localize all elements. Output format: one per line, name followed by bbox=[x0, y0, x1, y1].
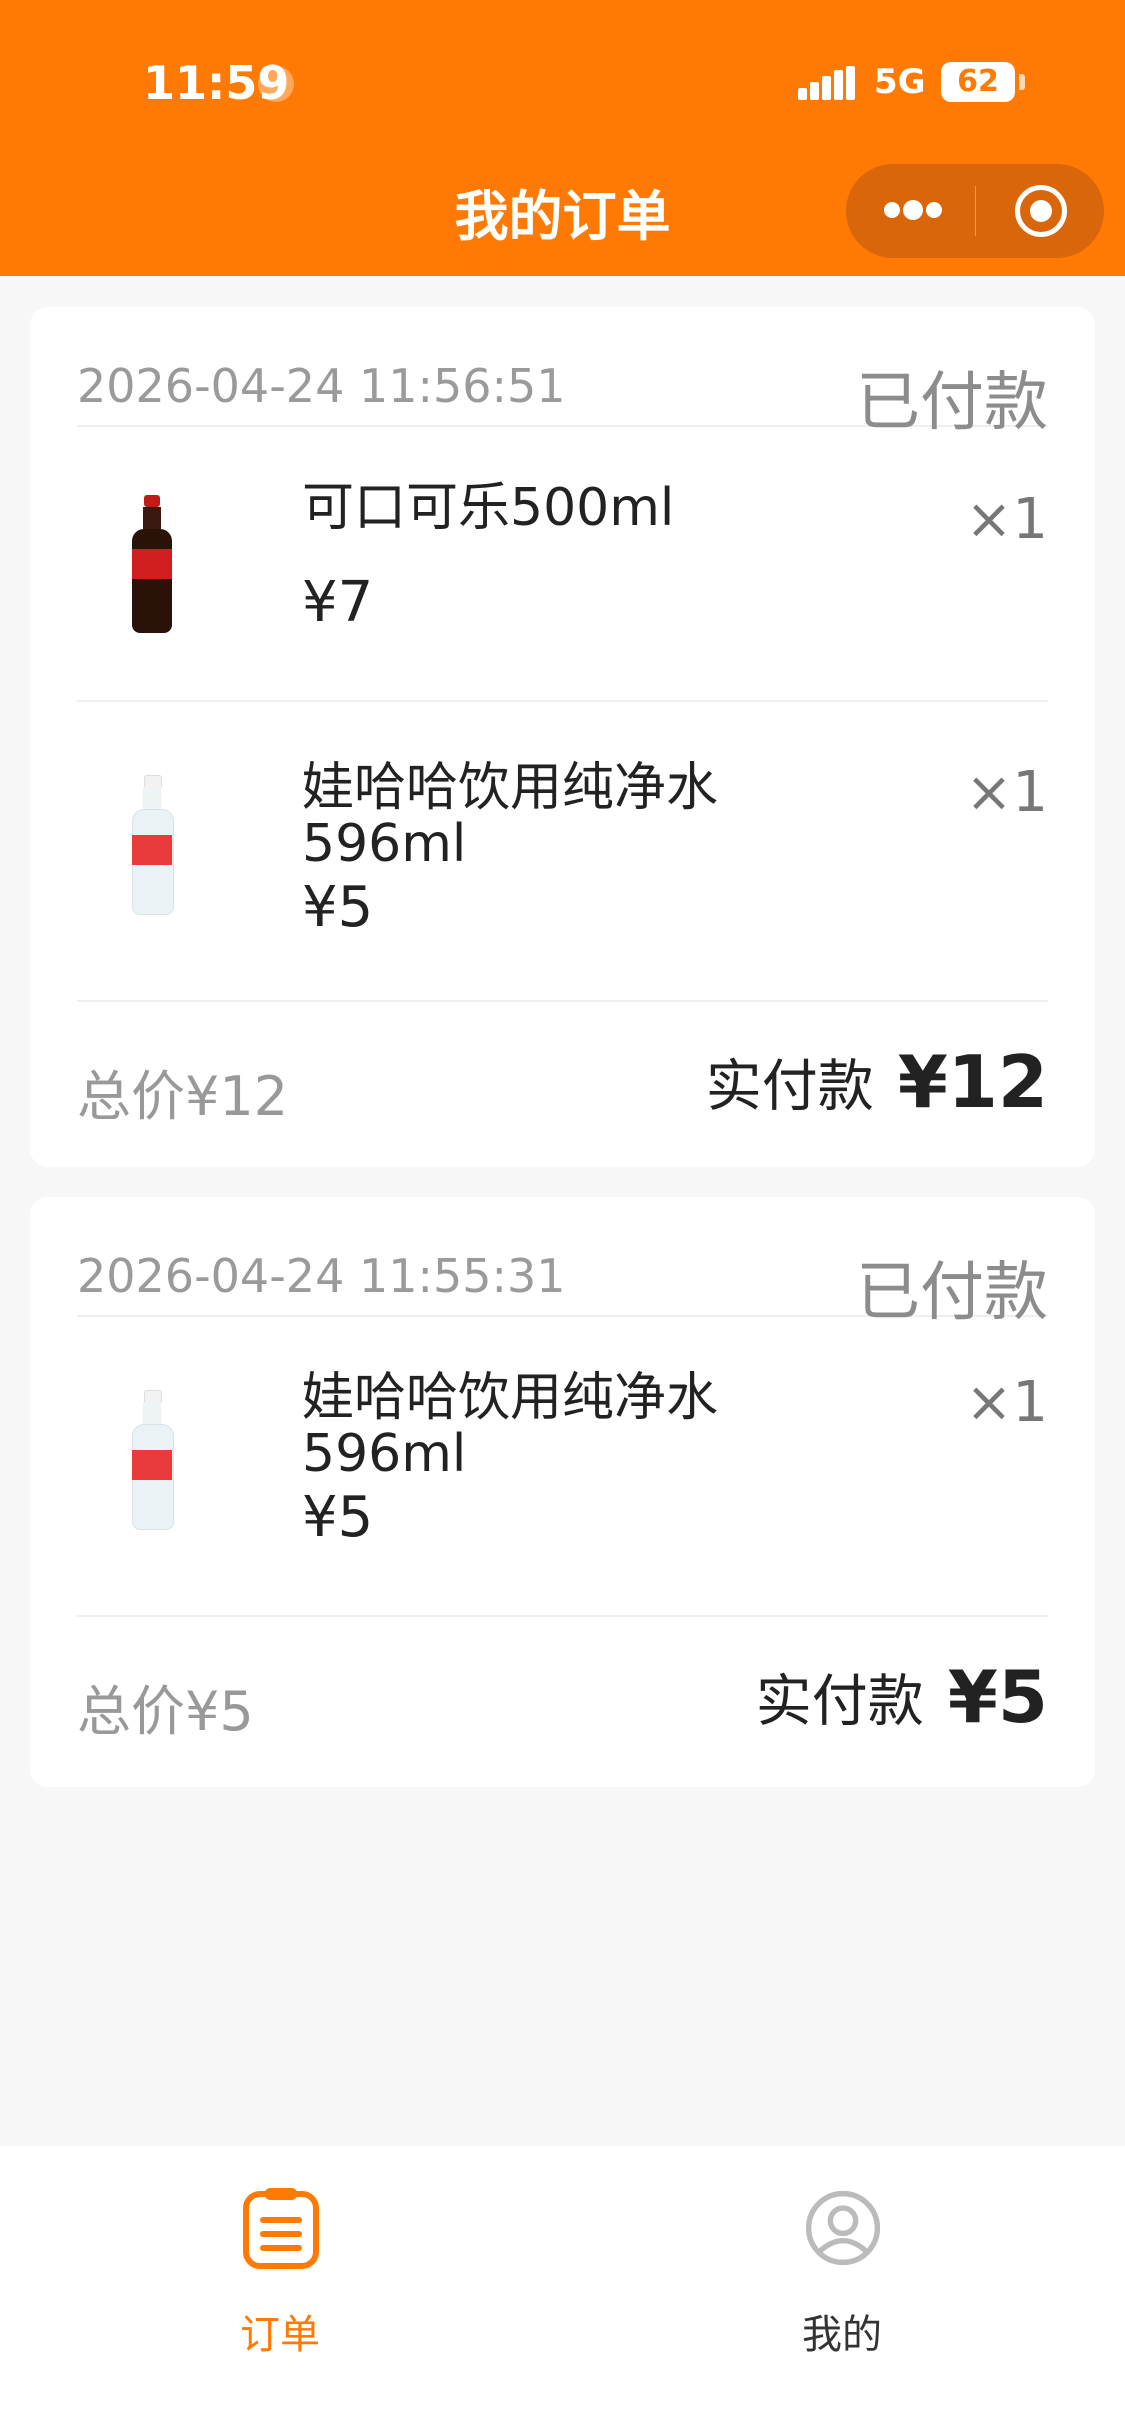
order-total: 总价¥5 bbox=[77, 1680, 254, 1743]
order-total: 总价¥12 bbox=[77, 1065, 289, 1128]
close-target-icon[interactable] bbox=[1015, 185, 1067, 237]
order-card[interactable]: 2026-04-24 11:56:51 已付款 可口可乐500ml ¥7 ×1 … bbox=[30, 307, 1095, 1167]
order-time: 2026-04-24 11:55:31 bbox=[77, 1249, 566, 1303]
paid-amount: ¥5 bbox=[947, 1655, 1048, 1739]
battery-icon: 62 bbox=[941, 62, 1015, 102]
item-name: 可口可乐500ml bbox=[302, 478, 675, 538]
order-footer: 总价¥12 实付款 ¥12 bbox=[77, 1000, 1048, 1170]
order-time: 2026-04-24 11:56:51 bbox=[77, 359, 566, 413]
tab-label: 我的 bbox=[802, 2312, 882, 2358]
paid-summary: 实付款 ¥12 bbox=[706, 1040, 1048, 1124]
tab-orders[interactable]: 订单 bbox=[155, 2176, 405, 2376]
item-price: ¥7 bbox=[302, 570, 374, 635]
item-name: 娃哈哈饮用纯净水596ml bbox=[302, 758, 719, 874]
battery-tip bbox=[1019, 74, 1025, 90]
order-footer: 总价¥5 实付款 ¥5 bbox=[77, 1615, 1048, 1785]
water-bottle-icon bbox=[127, 775, 177, 915]
order-item[interactable]: 娃哈哈饮用纯净水596ml ¥5 ×1 bbox=[77, 1315, 1048, 1617]
tab-bar: 订单 我的 bbox=[0, 2146, 1125, 2436]
order-item[interactable]: 可口可乐500ml ¥7 ×1 bbox=[77, 425, 1048, 702]
battery-level: 62 bbox=[957, 64, 999, 99]
item-quantity: ×1 bbox=[965, 1370, 1048, 1435]
app-header: 11:59 5G 62 我的订单 bbox=[0, 0, 1125, 276]
item-quantity: ×1 bbox=[965, 487, 1048, 552]
order-card[interactable]: 2026-04-24 11:55:31 已付款 娃哈哈饮用纯净水596ml ¥5… bbox=[30, 1197, 1095, 1787]
order-item[interactable]: 娃哈哈饮用纯净水596ml ¥5 ×1 bbox=[77, 700, 1048, 1002]
cola-bottle-icon bbox=[127, 495, 177, 635]
capsule-divider bbox=[975, 186, 976, 236]
profile-icon bbox=[805, 2190, 881, 2266]
order-header: 2026-04-24 11:56:51 已付款 bbox=[77, 307, 1048, 440]
item-quantity: ×1 bbox=[965, 760, 1048, 825]
tab-label: 订单 bbox=[240, 2312, 320, 2358]
paid-amount: ¥12 bbox=[897, 1040, 1048, 1124]
order-list-icon bbox=[243, 2188, 319, 2269]
more-icon[interactable] bbox=[884, 200, 942, 220]
tab-me[interactable]: 我的 bbox=[717, 2176, 967, 2376]
signal-icon bbox=[798, 66, 856, 100]
network-type: 5G bbox=[874, 62, 926, 102]
paid-summary: 实付款 ¥5 bbox=[756, 1655, 1048, 1739]
paid-label: 实付款 bbox=[755, 1669, 924, 1735]
order-header: 2026-04-24 11:55:31 已付款 bbox=[77, 1197, 1048, 1330]
item-price: ¥5 bbox=[302, 1485, 374, 1550]
item-price: ¥5 bbox=[302, 875, 374, 940]
water-bottle-icon bbox=[127, 1390, 177, 1530]
privacy-indicator-icon bbox=[258, 66, 294, 102]
paid-label: 实付款 bbox=[705, 1054, 874, 1120]
item-name: 娃哈哈饮用纯净水596ml bbox=[302, 1368, 719, 1484]
mini-program-capsule bbox=[846, 164, 1104, 258]
